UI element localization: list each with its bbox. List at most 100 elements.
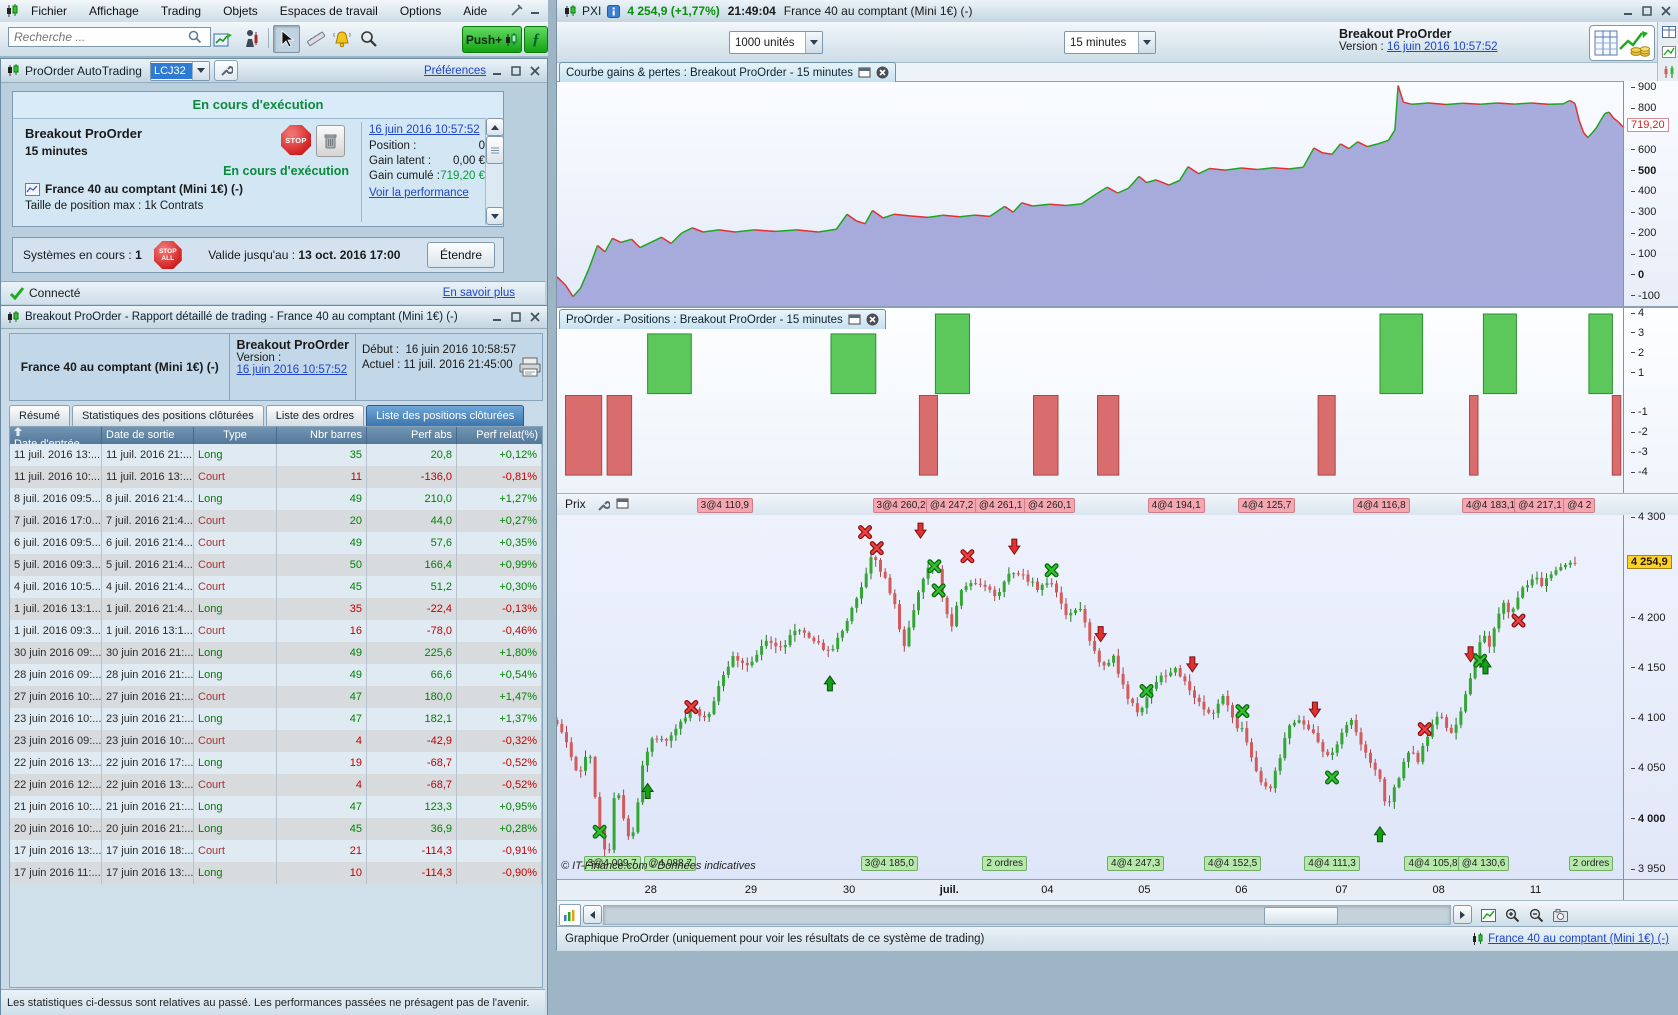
table-row[interactable]: 6 juil. 2016 09:5...6 juil. 2016 21:4...… xyxy=(10,532,542,554)
menu-options[interactable]: Options xyxy=(389,0,452,21)
mini-period-button[interactable] xyxy=(559,904,581,926)
scroll-up-button[interactable] xyxy=(486,118,504,136)
zoom-in-button[interactable] xyxy=(1501,904,1523,926)
close-icon[interactable] xyxy=(876,66,889,79)
popout-icon[interactable] xyxy=(848,314,861,325)
col-nbr-barres[interactable]: Nbr barres xyxy=(277,427,367,444)
minimize-button[interactable] xyxy=(527,3,543,17)
performance-link[interactable]: Voir la performance xyxy=(369,187,485,199)
probacktest-button[interactable] xyxy=(1589,25,1655,61)
table-row[interactable]: 17 juin 2016 11:...17 juin 2016 13:...Lo… xyxy=(10,862,542,884)
positions-chart[interactable] xyxy=(557,308,1623,493)
equity-chart[interactable] xyxy=(557,81,1623,307)
col-perf-relat[interactable]: Perf relat(%) xyxy=(457,427,542,444)
price-axis[interactable]: 4 3004 2004 1504 1004 0504 0003 9504 254… xyxy=(1623,515,1678,879)
menu-objets[interactable]: Objets xyxy=(212,0,269,21)
menu-fichier[interactable]: Fichier xyxy=(20,0,78,21)
col-type[interactable]: Type xyxy=(194,427,277,444)
report-version-link[interactable]: 16 juin 2016 10:57:52 xyxy=(236,364,347,376)
report-close[interactable] xyxy=(527,310,543,324)
delete-system-button[interactable] xyxy=(316,125,345,157)
zoom-tool-button[interactable] xyxy=(356,26,382,52)
table-row[interactable]: 28 juin 2016 09:...28 juin 2016 21:...Lo… xyxy=(10,664,542,686)
tab-liste-positions[interactable]: Liste des positions clôturées xyxy=(366,405,524,426)
close-icon[interactable] xyxy=(866,313,879,326)
menu-affichage[interactable]: Affichage xyxy=(78,0,150,21)
snapshot-button[interactable] xyxy=(1549,904,1571,926)
stop-system-button[interactable]: STOP xyxy=(281,125,311,155)
account-select[interactable]: LCJ32 xyxy=(150,61,210,81)
table-row[interactable]: 22 juin 2016 12:...22 juin 2016 13:...Co… xyxy=(10,774,542,796)
drawing-tool-button[interactable] xyxy=(302,26,328,52)
chart-scroll-thumb[interactable] xyxy=(1264,907,1338,925)
table-row[interactable]: 11 juil. 2016 10:...11 juil. 2016 13:...… xyxy=(10,466,542,488)
table-row[interactable]: 1 juil. 2016 09:3...1 juil. 2016 13:1...… xyxy=(10,620,542,642)
mini-candles-button[interactable] xyxy=(1658,62,1678,82)
menu-aide[interactable]: Aide xyxy=(452,0,498,21)
table-row[interactable]: 27 juin 2016 10:...27 juin 2016 21:...Co… xyxy=(10,686,542,708)
search-input[interactable] xyxy=(8,27,211,47)
timeframe-select[interactable]: 15 minutes xyxy=(1064,31,1156,54)
menu-trading[interactable]: Trading xyxy=(150,0,212,21)
chart-close[interactable] xyxy=(1658,4,1674,18)
menu-espaces[interactable]: Espaces de travail xyxy=(269,0,389,21)
price-chart[interactable]: 3@4 009,7@4 088,73@4 185,02 ordres4@4 24… xyxy=(557,515,1623,879)
table-row[interactable]: 1 juil. 2016 13:1...1 juil. 2016 21:4...… xyxy=(10,598,542,620)
fx-button[interactable]: ƒ xyxy=(524,26,548,53)
trading-accounts-button[interactable] xyxy=(238,26,264,52)
table-row[interactable]: 30 juin 2016 09:...30 juin 2016 21:...Lo… xyxy=(10,642,542,664)
equity-panel-tab[interactable]: Courbe gains & pertes : Breakout ProOrde… xyxy=(559,62,896,82)
col-perf-abs[interactable]: Perf abs xyxy=(367,427,457,444)
scroll-left-button[interactable] xyxy=(583,905,602,924)
new-chart-button[interactable] xyxy=(210,26,236,52)
popout-icon[interactable] xyxy=(858,67,871,78)
alert-bell-button[interactable] xyxy=(329,26,356,52)
chart-maximize[interactable] xyxy=(1639,4,1655,18)
table-row[interactable]: 4 juil. 2016 10:5...4 juil. 2016 21:4...… xyxy=(10,576,542,598)
table-row[interactable]: 5 juil. 2016 09:3...5 juil. 2016 21:4...… xyxy=(10,554,542,576)
autotrading-close[interactable] xyxy=(527,64,543,78)
report-maximize[interactable] xyxy=(508,310,524,324)
search-icon[interactable] xyxy=(188,30,202,44)
pin-icon[interactable] xyxy=(509,3,525,17)
col-date-sortie[interactable]: Date de sortie xyxy=(102,427,194,444)
print-button[interactable] xyxy=(518,356,542,378)
table-row[interactable]: 17 juin 2016 13:...17 juin 2016 18:...Co… xyxy=(10,840,542,862)
status-instrument-link[interactable]: France 40 au comptant (Mini 1€) (-) xyxy=(1488,933,1669,945)
mini-table-button[interactable] xyxy=(1658,22,1678,42)
mini-chart-button[interactable] xyxy=(1658,42,1678,62)
scroll-right-button[interactable] xyxy=(1453,905,1472,924)
equity-axis[interactable]: 9008006005004003002001000-100719,20 xyxy=(1623,81,1678,306)
autotrading-settings-button[interactable] xyxy=(214,60,238,81)
table-row[interactable]: 7 juil. 2016 17:0...7 juil. 2016 21:4...… xyxy=(10,510,542,532)
table-row[interactable]: 23 juin 2016 09:...23 juin 2016 10:...Co… xyxy=(10,730,542,752)
table-row[interactable]: 20 juin 2016 10:...20 juin 2016 21:...Lo… xyxy=(10,818,542,840)
tab-statistiques[interactable]: Statistiques des positions clôturées xyxy=(72,405,264,426)
report-minimize[interactable] xyxy=(489,310,505,324)
positions-panel-tab[interactable]: ProOrder - Positions : Breakout ProOrder… xyxy=(559,309,886,329)
cursor-tool-button[interactable] xyxy=(273,25,300,53)
extend-button[interactable]: Étendre xyxy=(427,242,495,268)
learn-more-link[interactable]: En savoir plus xyxy=(443,287,515,299)
tab-resume[interactable]: Résumé xyxy=(9,405,70,426)
table-row[interactable]: 21 juin 2016 10:...21 juin 2016 21:...Lo… xyxy=(10,796,542,818)
autotrading-minimize[interactable] xyxy=(489,64,505,78)
scroll-down-button[interactable] xyxy=(486,207,504,225)
price-popout-button[interactable] xyxy=(615,497,630,510)
system-version-link[interactable]: 16 juin 2016 10:57:52 xyxy=(369,124,485,136)
expand-range-button[interactable] xyxy=(1477,904,1499,926)
price-settings-button[interactable] xyxy=(593,496,613,515)
stop-all-button[interactable]: STOP ALL xyxy=(154,241,182,269)
table-row[interactable]: 22 juin 2016 13:...22 juin 2016 17:...Lo… xyxy=(10,752,542,774)
info-icon[interactable] xyxy=(607,5,620,18)
table-row[interactable]: 8 juil. 2016 09:5...8 juil. 2016 21:4...… xyxy=(10,488,542,510)
chart-version-link[interactable]: 16 juin 2016 10:57:52 xyxy=(1387,41,1498,53)
chart-scrollbar[interactable] xyxy=(603,905,1451,925)
tab-liste-ordres[interactable]: Liste des ordres xyxy=(266,405,364,426)
table-row[interactable]: 11 juil. 2016 13:...11 juil. 2016 21:...… xyxy=(10,444,542,466)
units-select[interactable]: 1000 unités xyxy=(729,31,823,54)
zoom-out-button[interactable] xyxy=(1525,904,1547,926)
push-button[interactable]: Push+ xyxy=(462,26,522,53)
scroll-thumb[interactable] xyxy=(486,136,504,164)
col-date-entree[interactable]: Date d'entrée xyxy=(10,427,102,444)
